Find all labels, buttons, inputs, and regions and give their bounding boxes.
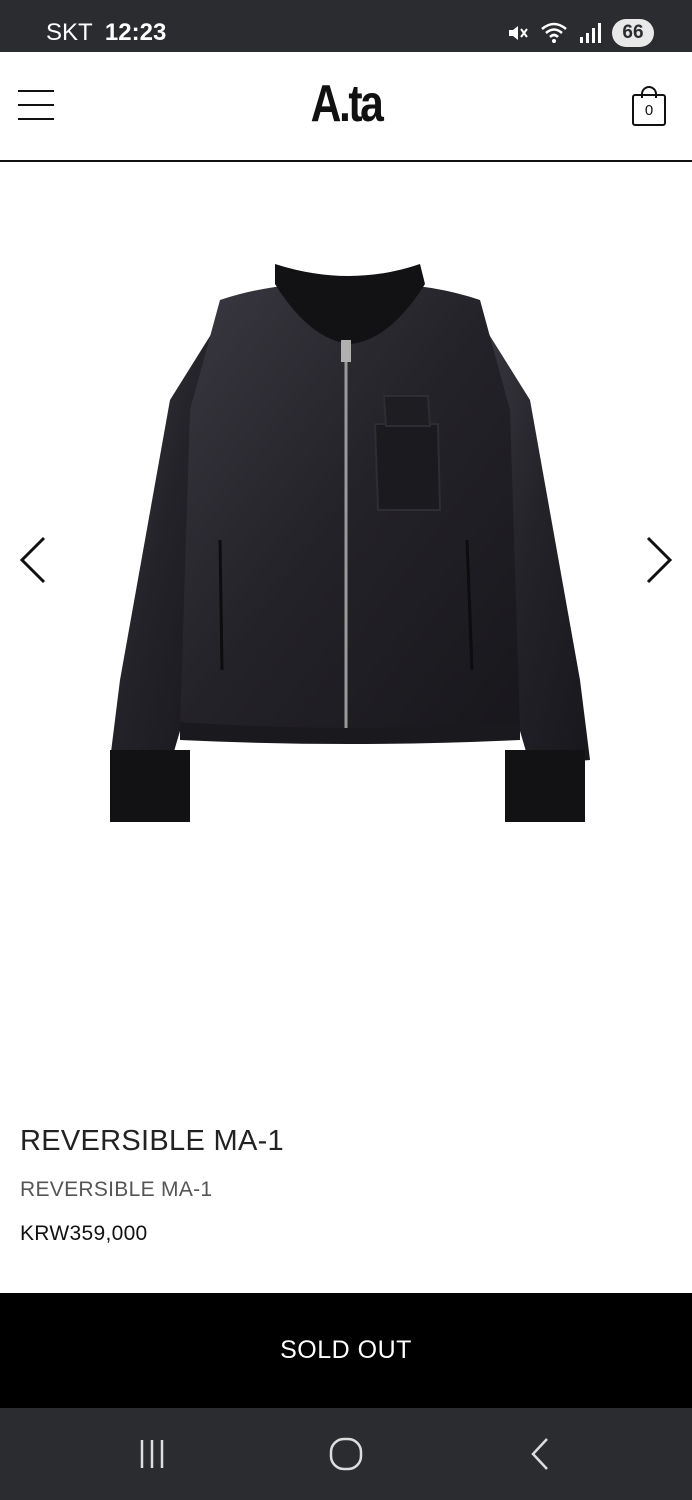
- chevron-right-icon[interactable]: [638, 534, 678, 586]
- product-info: REVERSIBLE MA-1 REVERSIBLE MA-1 KRW359,0…: [20, 1125, 672, 1246]
- wifi-icon: [540, 19, 568, 47]
- product-gallery[interactable]: [0, 164, 692, 1094]
- brand-logo[interactable]: A.ta: [62, 74, 629, 134]
- recent-apps-icon[interactable]: [130, 1434, 174, 1474]
- carrier-label: SKT: [46, 19, 93, 46]
- product-price: KRW359,000: [20, 1222, 148, 1245]
- product-title: REVERSIBLE MA-1: [20, 1125, 284, 1157]
- clock: 12:23: [104, 19, 167, 46]
- status-right: 66: [504, 18, 654, 48]
- product-image: [110, 264, 590, 822]
- shopping-bag-icon[interactable]: 0: [632, 86, 668, 126]
- site-header: A.ta 0: [0, 52, 692, 162]
- system-nav-bar: [0, 1408, 692, 1500]
- back-icon[interactable]: [518, 1434, 562, 1474]
- hamburger-menu-icon[interactable]: [18, 90, 56, 122]
- status-bar: SKT 12:23 66: [0, 0, 692, 52]
- signal-icon: [576, 19, 604, 47]
- chevron-left-icon[interactable]: [14, 534, 54, 586]
- cart-count: 0: [632, 94, 666, 126]
- mute-icon: [504, 19, 532, 47]
- home-icon[interactable]: [324, 1434, 368, 1474]
- battery-indicator: 66: [612, 19, 654, 47]
- sold-out-button[interactable]: SOLD OUT: [0, 1293, 692, 1408]
- product-subtitle: REVERSIBLE MA-1: [20, 1178, 213, 1201]
- status-left: SKT 12:23: [46, 18, 166, 48]
